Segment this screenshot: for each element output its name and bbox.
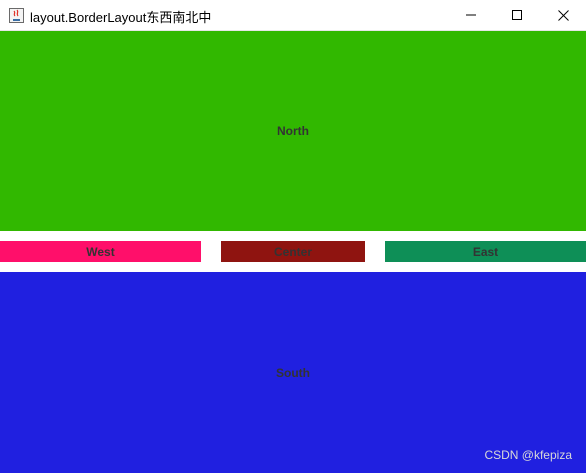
window-title: layout.BorderLayout东西南北中: [30, 10, 212, 25]
maximize-icon: [512, 10, 522, 20]
close-button[interactable]: [540, 0, 586, 30]
north-label: North: [277, 124, 309, 138]
close-icon: [557, 9, 569, 21]
minimize-icon: [466, 14, 476, 16]
west-label: West: [86, 244, 115, 259]
south-button[interactable]: South: [0, 272, 586, 473]
watermark: CSDN @kfepiza: [484, 448, 572, 462]
window-titlebar[interactable]: layout.BorderLayout东西南北中: [0, 0, 586, 31]
maximize-button[interactable]: [494, 0, 540, 30]
java-icon: [9, 8, 24, 23]
east-label: East: [472, 244, 499, 259]
south-label: South: [276, 365, 310, 380]
center-label: Center: [273, 244, 312, 259]
north-button[interactable]: North: [0, 31, 586, 231]
west-button[interactable]: West: [0, 241, 201, 262]
center-button[interactable]: Center: [221, 241, 365, 262]
minimize-button[interactable]: [448, 0, 494, 30]
east-button[interactable]: East: [385, 241, 586, 262]
